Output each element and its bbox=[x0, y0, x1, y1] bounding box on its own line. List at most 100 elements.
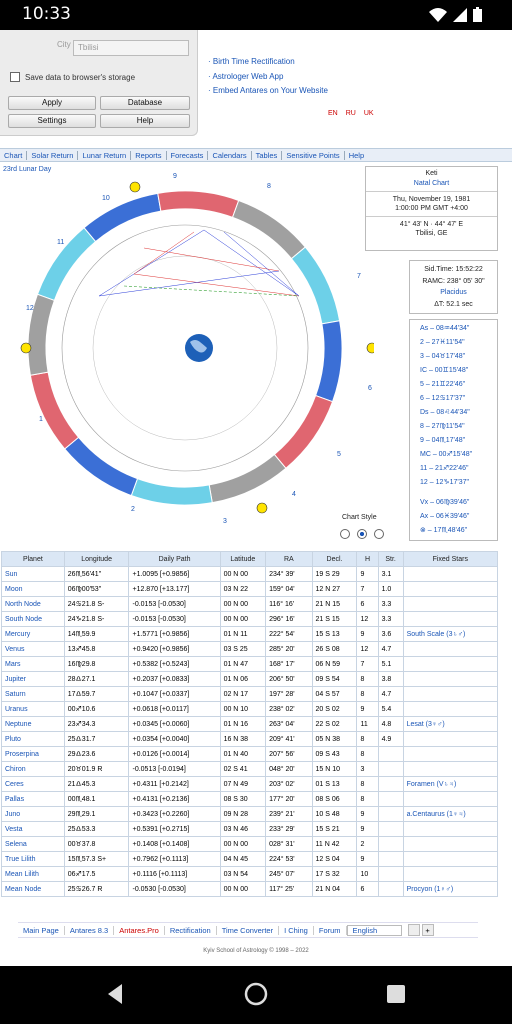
planet-name[interactable]: Ceres bbox=[1, 776, 65, 792]
table-cell: 8 bbox=[356, 791, 379, 807]
menu-calendars[interactable]: Calendars bbox=[208, 150, 252, 160]
table-cell: 08 S 30 bbox=[219, 791, 267, 807]
language-select[interactable]: English bbox=[346, 924, 402, 936]
fixed-star[interactable] bbox=[402, 761, 499, 777]
planet-name[interactable]: Vesta bbox=[1, 821, 65, 837]
planet-name[interactable]: North Node bbox=[1, 596, 65, 612]
table-header-cell[interactable]: Fixed Stars bbox=[402, 551, 499, 567]
fixed-star[interactable] bbox=[402, 866, 499, 882]
fixed-star[interactable]: Lesat (3♀♂) bbox=[402, 716, 499, 732]
table-header-cell[interactable]: H bbox=[356, 551, 379, 567]
save-checkbox-row[interactable]: Save data to browser's storage bbox=[10, 72, 135, 82]
planet-name[interactable]: Selena bbox=[1, 836, 65, 852]
settings-button[interactable]: Settings bbox=[8, 114, 96, 128]
fixed-star[interactable] bbox=[402, 581, 499, 597]
menu-help[interactable]: Help bbox=[345, 151, 368, 160]
menu-solar-return[interactable]: Solar Return bbox=[27, 150, 79, 160]
menu-sensitive-points[interactable]: Sensitive Points bbox=[282, 150, 345, 160]
chart-style-radio-3[interactable] bbox=[374, 529, 384, 539]
planet-name[interactable]: Pluto bbox=[1, 731, 65, 747]
table-header-cell[interactable]: Longitude bbox=[63, 551, 130, 567]
fixed-star[interactable] bbox=[402, 821, 499, 837]
lang-en[interactable]: EN bbox=[328, 110, 338, 117]
house-system-link[interactable]: Placidus bbox=[410, 287, 497, 299]
table-header-cell[interactable]: Decl. bbox=[311, 551, 358, 567]
save-checkbox[interactable] bbox=[10, 72, 20, 82]
link-birth-time-rectification[interactable]: · Birth Time Rectification bbox=[208, 55, 328, 70]
planet-name[interactable]: True Lilith bbox=[1, 851, 65, 867]
chart-style-radio-1[interactable] bbox=[340, 529, 350, 539]
table-header-cell[interactable]: RA bbox=[265, 551, 313, 567]
planet-name[interactable]: Mean Node bbox=[1, 881, 65, 897]
menu-lunar-return[interactable]: Lunar Return bbox=[78, 150, 132, 160]
fixed-star[interactable] bbox=[402, 596, 499, 612]
planet-name[interactable]: Sun bbox=[1, 566, 65, 582]
fixed-star[interactable]: Foramen (V♄♃) bbox=[402, 776, 499, 792]
footer-main-page[interactable]: Main Page bbox=[18, 925, 65, 935]
city-input[interactable]: Tbilisi bbox=[73, 40, 189, 56]
planet-name[interactable]: Venus bbox=[1, 641, 65, 657]
planet-name[interactable]: Saturn bbox=[1, 686, 65, 702]
fixed-star[interactable] bbox=[402, 656, 499, 672]
menu-reports[interactable]: Reports bbox=[131, 150, 167, 160]
table-cell: 12 S 04 bbox=[311, 851, 358, 867]
footer-forum[interactable]: Forum bbox=[314, 925, 347, 935]
footer-rectification[interactable]: Rectification bbox=[165, 925, 217, 935]
table-header-cell[interactable]: Latitude bbox=[219, 551, 267, 567]
fixed-star[interactable] bbox=[402, 836, 499, 852]
fixed-star[interactable] bbox=[402, 611, 499, 627]
planet-name[interactable]: Juno bbox=[1, 806, 65, 822]
table-header-cell[interactable]: Str. bbox=[377, 551, 404, 567]
table-header-cell[interactable]: Daily Path bbox=[128, 551, 221, 567]
zoom-in-button[interactable]: + bbox=[421, 924, 434, 936]
fixed-star[interactable]: a.Centaurus (1♀♃) bbox=[402, 806, 499, 822]
table-cell: 15 S 13 bbox=[311, 626, 358, 642]
chart-type-link[interactable]: Natal Chart bbox=[366, 180, 497, 187]
menu-chart[interactable]: Chart bbox=[0, 150, 28, 160]
recents-icon[interactable] bbox=[384, 982, 408, 1006]
fixed-star[interactable] bbox=[402, 566, 499, 582]
menu-forecasts[interactable]: Forecasts bbox=[167, 150, 209, 160]
natal-chart-wheel[interactable]: 9 8 7 6 5 4 3 2 1 12 11 10 bbox=[14, 166, 374, 536]
footer-time-converter[interactable]: Time Converter bbox=[217, 925, 280, 935]
planet-name[interactable]: Mean Lilith bbox=[1, 866, 65, 882]
fixed-star[interactable] bbox=[402, 671, 499, 687]
table-header-cell[interactable]: Planet bbox=[1, 551, 65, 567]
fixed-star[interactable] bbox=[402, 851, 499, 867]
planet-name[interactable]: Jupiter bbox=[1, 671, 65, 687]
planet-name[interactable]: South Node bbox=[1, 611, 65, 627]
link-embed-antares[interactable]: · Embed Antares on Your Website bbox=[208, 84, 328, 99]
link-astrologer-web-app[interactable]: · Astrologer Web App bbox=[208, 70, 328, 85]
home-icon[interactable] bbox=[244, 982, 268, 1006]
fixed-star[interactable] bbox=[402, 686, 499, 702]
chart-style-radio-2[interactable] bbox=[357, 529, 367, 539]
planet-name[interactable]: Mars bbox=[1, 656, 65, 672]
table-cell: 25♎31.7 bbox=[63, 731, 130, 747]
planet-name[interactable]: Moon bbox=[1, 581, 65, 597]
planet-name[interactable]: Mercury bbox=[1, 626, 65, 642]
lang-ru[interactable]: RU bbox=[346, 110, 356, 117]
fixed-star[interactable] bbox=[402, 641, 499, 657]
planet-name[interactable]: Pallas bbox=[1, 791, 65, 807]
zoom-out-button[interactable] bbox=[407, 924, 420, 936]
back-icon[interactable] bbox=[104, 982, 128, 1006]
fixed-star[interactable] bbox=[402, 731, 499, 747]
footer-antares-pro[interactable]: Antares.Pro bbox=[114, 925, 165, 935]
fixed-star[interactable] bbox=[402, 701, 499, 717]
lang-uk[interactable]: UK bbox=[364, 110, 374, 117]
table-row: Venus 13♐45.8 +0.9420 [+0.9856] 03 S 25 285°… bbox=[1, 641, 499, 657]
fixed-star[interactable] bbox=[402, 746, 499, 762]
planet-name[interactable]: Uranus bbox=[1, 701, 65, 717]
fixed-star[interactable]: South Scale (3♄♂) bbox=[402, 626, 499, 642]
help-button[interactable]: Help bbox=[100, 114, 190, 128]
apply-button[interactable]: Apply bbox=[8, 96, 96, 110]
database-button[interactable]: Database bbox=[100, 96, 190, 110]
fixed-star[interactable] bbox=[402, 791, 499, 807]
footer-antares-83[interactable]: Antares 8.3 bbox=[65, 925, 115, 935]
planet-name[interactable]: Neptune bbox=[1, 716, 65, 732]
fixed-star[interactable]: Procyon (1♀♂) bbox=[402, 881, 499, 897]
menu-tables[interactable]: Tables bbox=[252, 150, 283, 160]
planet-name[interactable]: Chiron bbox=[1, 761, 65, 777]
footer-i-ching[interactable]: I Ching bbox=[279, 925, 314, 935]
planet-name[interactable]: Proserpina bbox=[1, 746, 65, 762]
